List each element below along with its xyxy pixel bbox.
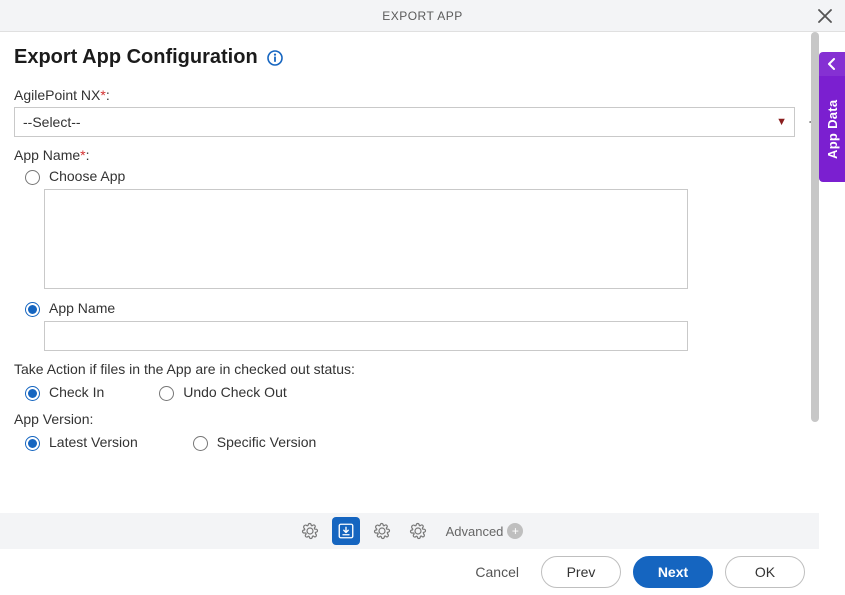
undo-check-out-radio[interactable] [159, 386, 174, 401]
footer: Cancel Prev Next OK [0, 549, 819, 595]
modal-title: EXPORT APP [382, 9, 463, 23]
app-data-side-tab[interactable]: App Data [819, 52, 845, 182]
choose-app-radio[interactable] [25, 170, 40, 185]
advanced-link[interactable]: Advanced + [446, 523, 524, 539]
side-tab-label: App Data [825, 76, 840, 182]
page-title: Export App Configuration [14, 46, 258, 69]
take-action-label: Take Action if files in the App are in c… [14, 361, 831, 377]
step-advanced-icon[interactable] [404, 517, 432, 545]
choose-app-label[interactable]: Choose App [49, 168, 125, 184]
app-version-label: App Version: [14, 411, 831, 427]
info-icon[interactable] [266, 49, 284, 67]
download-icon [337, 522, 355, 540]
appname-label: App Name*: [14, 147, 831, 163]
latest-version-radio[interactable] [25, 436, 40, 451]
content-area: AgilePoint NX*: --Select-- ▼ App Name*: … [0, 77, 845, 537]
cancel-button[interactable]: Cancel [465, 558, 529, 586]
chevron-left-icon [819, 52, 845, 76]
step-toolbar: Advanced + [0, 513, 819, 549]
page-title-row: Export App Configuration [0, 32, 845, 77]
choose-app-listbox[interactable] [44, 189, 688, 289]
agilepoint-label: AgilePoint NX*: [14, 87, 831, 103]
check-in-label[interactable]: Check In [49, 384, 104, 400]
gear-icon [409, 522, 427, 540]
plus-circle-icon: + [507, 523, 523, 539]
agilepoint-select-wrap: --Select-- ▼ [14, 107, 795, 137]
app-name-input[interactable] [44, 321, 688, 351]
app-name-label[interactable]: App Name [49, 300, 115, 316]
ok-button[interactable]: OK [725, 556, 805, 588]
app-name-radio[interactable] [25, 302, 40, 317]
close-icon [818, 9, 832, 23]
latest-version-label[interactable]: Latest Version [49, 434, 138, 450]
specific-version-radio[interactable] [193, 436, 208, 451]
specific-version-label[interactable]: Specific Version [217, 434, 317, 450]
gear-icon [301, 522, 319, 540]
scroll-thumb[interactable] [811, 32, 819, 422]
step-export-icon[interactable] [332, 517, 360, 545]
scrollbar[interactable] [811, 32, 819, 422]
modal-header: EXPORT APP [0, 0, 845, 32]
close-button[interactable] [813, 4, 837, 28]
next-button[interactable]: Next [633, 556, 713, 588]
check-in-radio[interactable] [25, 386, 40, 401]
step-config-icon[interactable] [368, 517, 396, 545]
agilepoint-select[interactable]: --Select-- [14, 107, 795, 137]
prev-button[interactable]: Prev [541, 556, 621, 588]
advanced-label: Advanced [446, 524, 504, 539]
step-settings-icon[interactable] [296, 517, 324, 545]
undo-check-out-label[interactable]: Undo Check Out [183, 384, 287, 400]
gear-icon [373, 522, 391, 540]
